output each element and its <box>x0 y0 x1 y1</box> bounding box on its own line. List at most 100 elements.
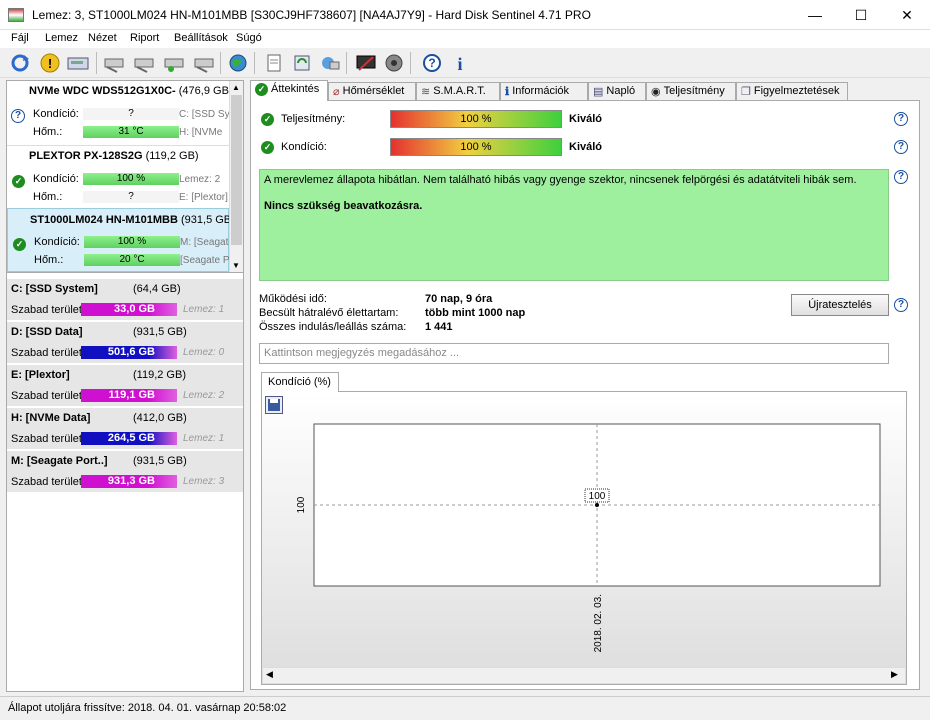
smart-icon: ≋ <box>421 86 431 98</box>
disk-list: NVMe WDC WDS512G1X0C- (476,9 GB ? Kondíc… <box>7 81 243 273</box>
condition-bar: 100 % <box>84 236 180 248</box>
refresh-icon[interactable] <box>8 51 32 75</box>
performance-icon: ◉ <box>651 86 661 98</box>
drive-a-icon[interactable] <box>102 51 126 75</box>
help-icon[interactable]: ? <box>420 51 444 75</box>
chart-area: 100 2018. 02. 03. 100 ◀ ▶ <box>261 391 907 685</box>
question-icon: ? <box>11 109 25 123</box>
log-icon: ▤ <box>593 86 604 98</box>
y-tick-label: 100 <box>296 496 307 513</box>
status-text: A merevlemez állapota hibátlan. Nem talá… <box>264 174 857 186</box>
drive-c-icon[interactable] <box>162 51 186 75</box>
status-text: Állapot utoljára frissítve: 2018. 04. 01… <box>8 702 287 714</box>
disk-item[interactable]: NVMe WDC WDS512G1X0C- (476,9 GB ? Kondíc… <box>7 81 229 147</box>
tab-bar: ✓ Áttekintés ⌀ Hőmérséklet ≋ S.M.A.R.T. ℹ In… <box>250 80 920 101</box>
minimize-button[interactable]: — <box>792 0 838 30</box>
performance-label: Teljesítmény: <box>281 113 346 125</box>
drive-b-icon[interactable] <box>132 51 156 75</box>
maximize-button[interactable]: ☐ <box>838 0 884 30</box>
menu-report[interactable]: Riport <box>130 32 159 44</box>
toolbar: ! ? i <box>0 48 930 78</box>
menu-view[interactable]: Nézet <box>88 32 117 44</box>
free-space-bar: 931,3 GB <box>81 475 177 488</box>
question-icon[interactable]: ? <box>894 170 908 184</box>
info-icon[interactable]: i <box>448 51 472 75</box>
lifetime-value: több mint 1000 nap <box>425 307 526 319</box>
tab-information[interactable]: ℹ Információk <box>500 82 588 100</box>
window-title: Lemez: 3, ST1000LM024 HN-M101MBB [S30CJ9… <box>32 8 591 22</box>
partition-name: C: [SSD System] <box>11 283 98 295</box>
scroll-thumb[interactable] <box>231 95 242 245</box>
disk-ref: Lemez: 2 <box>183 390 225 401</box>
share-icon[interactable] <box>318 51 342 75</box>
partition-item[interactable]: H: [NVMe Data] (412,0 GB) Szabad terület… <box>7 408 243 450</box>
check-icon: ✓ <box>255 83 268 96</box>
drive-d-icon[interactable] <box>192 51 216 75</box>
lifetime-label: Becsült hátralévő élettartam: <box>259 307 399 319</box>
globe-icon[interactable] <box>226 51 250 75</box>
close-button[interactable]: ✕ <box>884 0 930 30</box>
startstop-label: Összes indulás/leállás száma: <box>259 321 407 333</box>
uptime-value: 70 nap, 9 óra <box>425 293 493 305</box>
thermometer-icon: ⌀ <box>333 86 340 98</box>
tab-log[interactable]: ▤ Napló <box>588 82 646 100</box>
menu-file[interactable]: Fájl <box>11 32 29 44</box>
menu-help[interactable]: Súgó <box>236 32 262 44</box>
condition-label: Kondíció: <box>33 108 79 120</box>
tab-smart[interactable]: ≋ S.M.A.R.T. <box>416 82 500 100</box>
uptime-label: Működési idő: <box>259 293 327 305</box>
left-panel: NVMe WDC WDS512G1X0C- (476,9 GB ? Kondíc… <box>6 80 244 692</box>
partition-name: D: [SSD Data] <box>11 326 83 338</box>
chart-scrollbar[interactable]: ◀ ▶ <box>263 667 905 683</box>
disk-ref: Lemez: 2 <box>179 174 221 185</box>
chevron-right-icon[interactable]: ▶ <box>891 669 898 680</box>
disk-item-selected[interactable]: ST1000LM024 HN-M101MBB (931,5 GB) ✓ Kond… <box>7 208 235 272</box>
partition-size: (412,0 GB) <box>133 412 187 424</box>
sync-icon[interactable] <box>290 51 314 75</box>
note-input[interactable]: Kattintson megjegyzés megadásához ... <box>259 343 889 364</box>
menu-disk[interactable]: Lemez <box>45 32 78 44</box>
disk-item[interactable]: PLEXTOR PX-128S2G (119,2 GB) ✓ Kondíció:… <box>7 145 229 207</box>
question-icon[interactable]: ? <box>894 140 908 154</box>
tab-overview[interactable]: ✓ Áttekintés <box>250 80 328 101</box>
partition-item[interactable]: M: [Seagate Port..] (931,5 GB) Szabad te… <box>7 451 243 493</box>
speaker-icon[interactable] <box>382 51 406 75</box>
report-icon[interactable] <box>262 51 286 75</box>
partition-size: (931,5 GB) <box>133 455 187 467</box>
startstop-value: 1 441 <box>425 321 453 333</box>
disk-name: NVMe WDC WDS512G1X0C- <box>29 85 176 97</box>
partition-ref: E: [Plextor] <box>179 192 228 203</box>
tab-temperature[interactable]: ⌀ Hőmérséklet <box>328 82 416 100</box>
partition-item[interactable]: C: [SSD System] (64,4 GB) Szabad terület… <box>7 279 243 321</box>
menu-settings[interactable]: Beállítások <box>174 32 228 44</box>
disk-name: ST1000LM024 HN-M101MBB <box>30 214 178 226</box>
alert-icon[interactable]: ! <box>38 51 62 75</box>
question-icon[interactable]: ? <box>894 298 908 312</box>
status-bar: Állapot utoljára frissítve: 2018. 04. 01… <box>0 696 930 720</box>
retest-button[interactable]: Újratesztelés <box>791 294 889 316</box>
free-space-bar: 264,5 GB <box>81 432 177 445</box>
chart-tab-condition[interactable]: Kondíció (%) <box>261 372 339 392</box>
chevron-up-icon[interactable]: ▲ <box>232 83 240 92</box>
data-point <box>595 503 599 507</box>
tab-performance[interactable]: ◉ Teljesítmény <box>646 82 736 100</box>
question-icon[interactable]: ? <box>894 112 908 126</box>
partition-item[interactable]: E: [Plextor] (119,2 GB) Szabad terület 1… <box>7 365 243 407</box>
condition-chart: 100 2018. 02. 03. 100 <box>296 423 881 652</box>
partition-item[interactable]: D: [SSD Data] (931,5 GB) Szabad terület … <box>7 322 243 364</box>
health-label: Kondíció: <box>281 141 327 153</box>
free-space-label: Szabad terület <box>11 390 82 402</box>
free-space-bar: 501,6 GB <box>81 346 177 359</box>
disk-icon[interactable] <box>66 51 90 75</box>
chevron-left-icon[interactable]: ◀ <box>266 669 273 680</box>
free-space-label: Szabad terület <box>11 433 82 445</box>
free-space-bar: 33,0 GB <box>81 303 177 316</box>
partition-size: (931,5 GB) <box>133 326 187 338</box>
tab-alerts[interactable]: ❐ Figyelmeztetések <box>736 82 848 100</box>
tools-icon[interactable] <box>354 51 378 75</box>
chevron-down-icon[interactable]: ▼ <box>232 261 240 270</box>
disk-ref: Lemez: 3 <box>183 476 225 487</box>
app-icon <box>8 8 24 22</box>
svg-text:?: ? <box>428 56 435 70</box>
disk-list-scrollbar[interactable]: ▲ ▼ <box>229 81 243 272</box>
